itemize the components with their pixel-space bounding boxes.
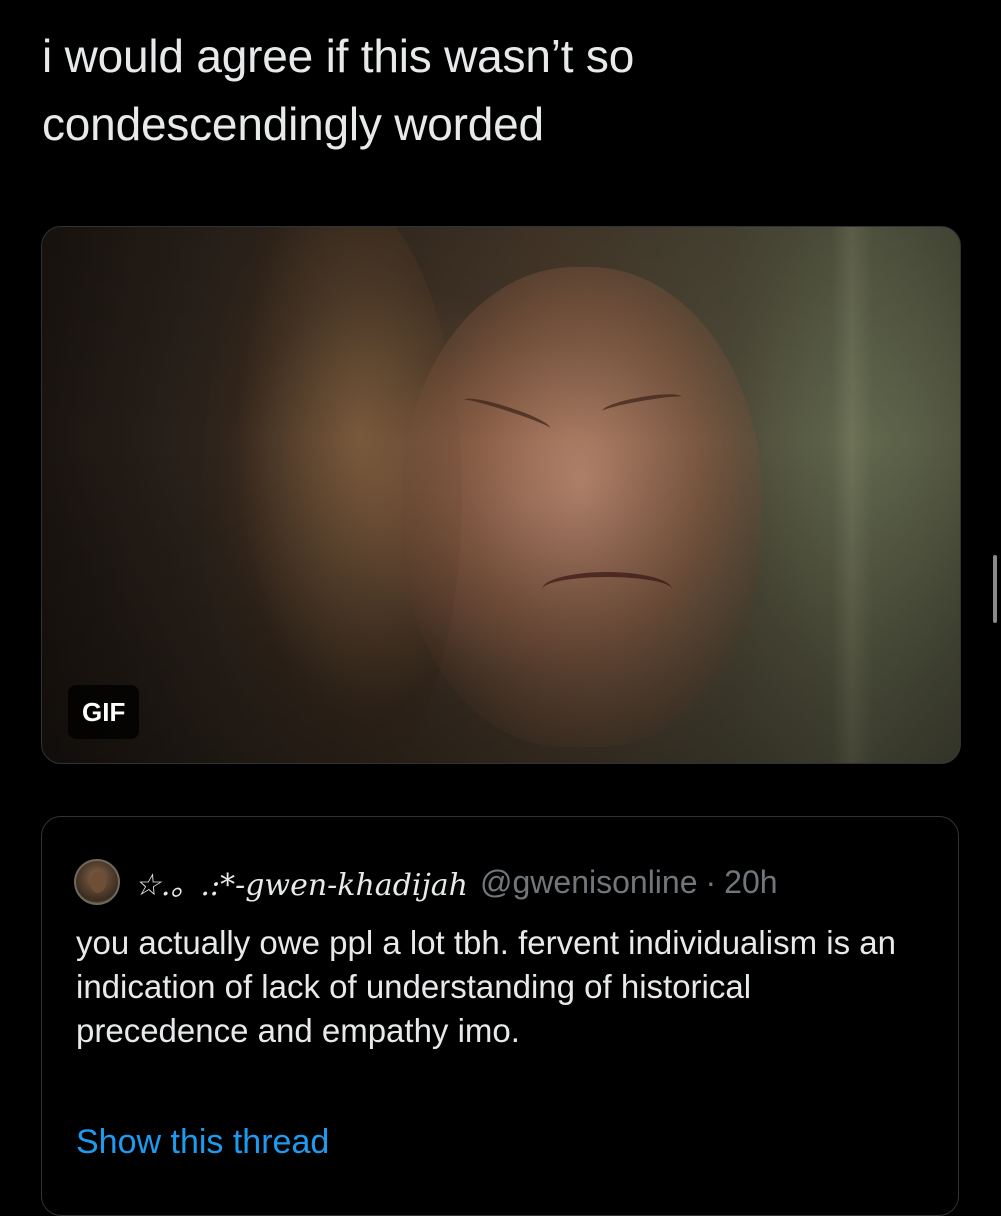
display-name[interactable]: ☆.。.:*-gwen-khadijah [134,860,468,904]
quoted-tweet-header: ☆.。.:*-gwen-khadijah @gwenisonline · 20h [74,857,778,907]
avatar[interactable] [74,859,120,905]
user-handle[interactable]: @gwenisonline [480,864,698,901]
tweet-text-line-1: i would agree if this wasn’t so [42,30,635,82]
tweet-text-line-2: condescendingly worded [42,98,544,150]
scrollbar[interactable] [993,555,997,623]
gif-media[interactable]: GIF [41,226,961,764]
gif-badge: GIF [68,685,140,739]
tweet-text: i would agree if this wasn’t so condesce… [42,22,942,158]
timestamp[interactable]: 20h [724,864,777,901]
quoted-tweet-card[interactable]: ☆.。.:*-gwen-khadijah @gwenisonline · 20h… [41,816,959,1216]
separator-dot: · [705,863,717,900]
quoted-tweet-body: you actually owe ppl a lot tbh. fervent … [76,924,896,1049]
media-shade [42,227,960,763]
show-thread-link[interactable]: Show this thread [76,1123,329,1162]
